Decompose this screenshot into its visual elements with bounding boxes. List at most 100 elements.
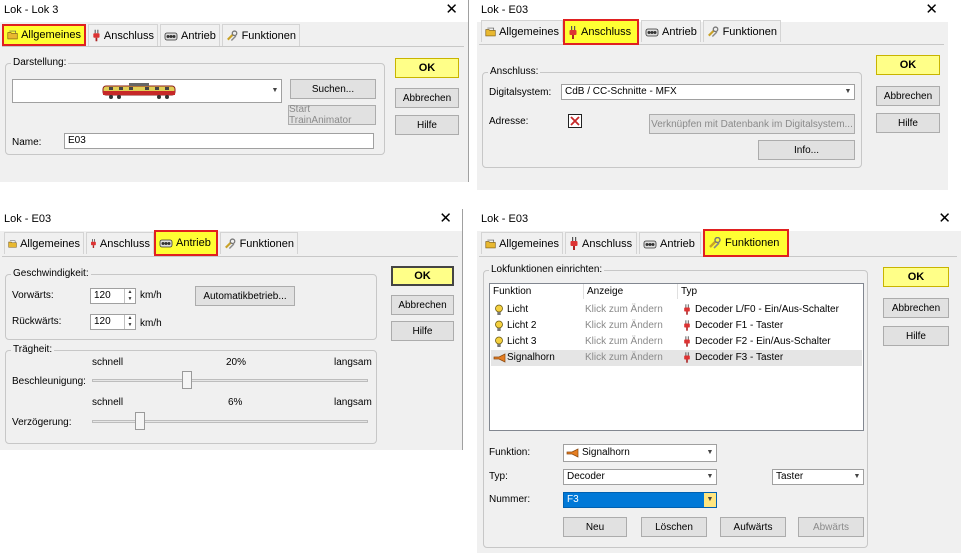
- tab-allgemeines[interactable]: Allgemeines: [481, 232, 563, 254]
- name-field[interactable]: E03: [64, 133, 374, 149]
- name-label: Name:: [12, 137, 42, 148]
- locomotive-preview-image: [102, 83, 176, 99]
- connector-icon: [684, 352, 690, 363]
- tab-label: Funktionen: [239, 237, 294, 250]
- beschleunigung-percent: 20%: [226, 357, 247, 368]
- verzoegerung-label: Verzögerung:: [12, 417, 72, 428]
- chevron-down-icon[interactable]: ▼: [704, 445, 716, 461]
- abwaerts-button[interactable]: Abwärts: [798, 517, 864, 537]
- start-trainanimator-button[interactable]: Start TrainAnimator: [288, 104, 376, 126]
- tab-allgemeines[interactable]: Allgemeines: [2, 24, 86, 46]
- checkbox-icon[interactable]: [568, 114, 582, 128]
- tab-anschluss[interactable]: Anschluss: [565, 232, 637, 254]
- engine-icon: [159, 239, 173, 248]
- tab-allgemeines[interactable]: Allgemeines: [4, 232, 84, 254]
- dialog-antrieb: Lok - E03 ✕ Allgemeines Anschluss Antrie…: [0, 209, 463, 450]
- info-button[interactable]: Info...: [758, 140, 855, 160]
- neu-button[interactable]: Neu: [563, 517, 627, 537]
- nummer-label: Nummer:: [489, 494, 531, 505]
- tab-anschluss[interactable]: Anschluss: [86, 232, 154, 254]
- group-geschwindigkeit: Geschwindigkeit:: [5, 268, 377, 340]
- function-list[interactable]: Funktion Anzeige Typ Licht Klick zum Änd…: [489, 283, 864, 431]
- funktion-select[interactable]: Signalhorn ▼: [563, 444, 717, 462]
- locomotive-image-select[interactable]: ▼: [12, 79, 282, 103]
- tab-funktionen[interactable]: Funktionen: [220, 232, 298, 254]
- rueckwaerts-stepper[interactable]: 120 ▲ ▼: [90, 314, 136, 330]
- row-anzeige[interactable]: Klick zum Ändern: [585, 304, 663, 315]
- abbrechen-button[interactable]: Abbrechen: [395, 88, 459, 108]
- tab-anschluss[interactable]: Anschluss: [563, 19, 639, 45]
- loeschen-button[interactable]: Löschen: [641, 517, 707, 537]
- tab-anschluss[interactable]: Anschluss: [88, 24, 158, 46]
- window-title: Lok - E03: [481, 213, 529, 225]
- digitalsystem-select[interactable]: CdB / CC-Schnitte - MFX ▼: [561, 84, 855, 100]
- tab-label: Antrieb: [660, 237, 695, 250]
- tab-label: Anschluss: [581, 26, 632, 38]
- ok-button[interactable]: OK: [876, 55, 940, 75]
- close-icon[interactable]: ✕: [445, 1, 458, 19]
- tab-antrieb[interactable]: Antrieb: [639, 232, 701, 254]
- tab-label: Anschluss: [99, 237, 150, 250]
- typ-select[interactable]: Decoder ▼: [563, 469, 717, 485]
- verzoegerung-slider[interactable]: [134, 412, 145, 430]
- vorwaerts-stepper[interactable]: 120 ▲ ▼: [90, 288, 136, 304]
- table-row[interactable]: Licht 2 Klick zum Ändern Decoder F1 - Ta…: [491, 318, 862, 334]
- abbrechen-button[interactable]: Abbrechen: [876, 86, 940, 106]
- close-icon[interactable]: ✕: [925, 1, 938, 19]
- hilfe-button[interactable]: Hilfe: [883, 326, 949, 346]
- tab-allgemeines[interactable]: Allgemeines: [481, 20, 563, 42]
- hilfe-button[interactable]: Hilfe: [395, 115, 459, 135]
- table-row[interactable]: Licht 3 Klick zum Ändern Decoder F2 - Ei…: [491, 334, 862, 350]
- tab-funktionen[interactable]: Funktionen: [703, 229, 789, 257]
- typ-value: Decoder: [567, 471, 605, 482]
- row-anzeige[interactable]: Klick zum Ändern: [585, 320, 663, 331]
- chevron-down-icon[interactable]: ▼: [851, 470, 863, 484]
- tab-antrieb[interactable]: Antrieb: [154, 230, 218, 256]
- ok-button[interactable]: OK: [391, 266, 454, 286]
- chevron-down-icon[interactable]: ▼: [269, 80, 281, 102]
- folder-icon: [8, 239, 17, 248]
- funktion-label: Funktion:: [489, 447, 531, 458]
- beschleunigung-schnell: schnell: [92, 357, 124, 368]
- close-icon[interactable]: ✕: [938, 210, 951, 228]
- tab-label: Antrieb: [176, 237, 211, 249]
- row-anzeige[interactable]: Klick zum Ändern: [585, 336, 663, 347]
- chevron-down-icon[interactable]: ▼: [842, 85, 854, 99]
- chevron-down-icon[interactable]: ▼: [704, 470, 716, 484]
- hilfe-button[interactable]: Hilfe: [391, 321, 454, 341]
- engine-icon: [164, 32, 178, 40]
- column-header-typ[interactable]: Typ: [678, 284, 863, 299]
- tab-label: Funktionen: [241, 29, 296, 42]
- automatikbetrieb-button[interactable]: Automatikbetrieb...: [195, 286, 295, 306]
- ok-button[interactable]: OK: [883, 267, 949, 287]
- column-header-anzeige[interactable]: Anzeige: [584, 284, 678, 299]
- adresse-label: Adresse:: [489, 116, 529, 127]
- table-row-selected[interactable]: Signalhorn Klick zum Ändern Decoder F3 -…: [491, 350, 862, 366]
- stepper-arrows-icon[interactable]: ▲ ▼: [124, 315, 135, 329]
- close-icon[interactable]: ✕: [439, 210, 452, 228]
- rueckwaerts-value: 120: [94, 316, 111, 327]
- nummer-select[interactable]: F3 ▼: [563, 492, 717, 508]
- light-bulb-icon: [495, 336, 503, 347]
- suchen-button[interactable]: Suchen...: [290, 79, 376, 99]
- tab-funktionen[interactable]: Funktionen: [222, 24, 300, 46]
- typ2-select[interactable]: Taster ▼: [772, 469, 864, 485]
- column-header-funktion[interactable]: Funktion: [490, 284, 584, 299]
- row-anzeige[interactable]: Klick zum Ändern: [585, 352, 663, 363]
- tab-divider: [479, 44, 944, 45]
- abbrechen-button[interactable]: Abbrechen: [391, 295, 454, 315]
- hilfe-button[interactable]: Hilfe: [876, 113, 940, 133]
- tab-funktionen[interactable]: Funktionen: [703, 20, 781, 42]
- tab-antrieb[interactable]: Antrieb: [641, 20, 701, 42]
- ok-button[interactable]: OK: [395, 58, 459, 78]
- dialog-anschluss: Lok - E03 ✕ Allgemeines Anschluss Antrie…: [477, 0, 948, 190]
- wrench-icon: [227, 29, 238, 41]
- aufwaerts-button[interactable]: Aufwärts: [720, 517, 786, 537]
- verknuepfen-button[interactable]: Verknüpfen mit Datenbank im Digitalsyste…: [649, 114, 855, 134]
- tab-antrieb[interactable]: Antrieb: [160, 24, 220, 46]
- stepper-arrows-icon[interactable]: ▲ ▼: [124, 289, 135, 303]
- chevron-down-icon[interactable]: ▼: [704, 493, 716, 507]
- table-row[interactable]: Licht Klick zum Ändern Decoder L/F0 - Ei…: [491, 302, 862, 318]
- beschleunigung-slider[interactable]: [182, 371, 193, 389]
- abbrechen-button[interactable]: Abbrechen: [883, 298, 949, 318]
